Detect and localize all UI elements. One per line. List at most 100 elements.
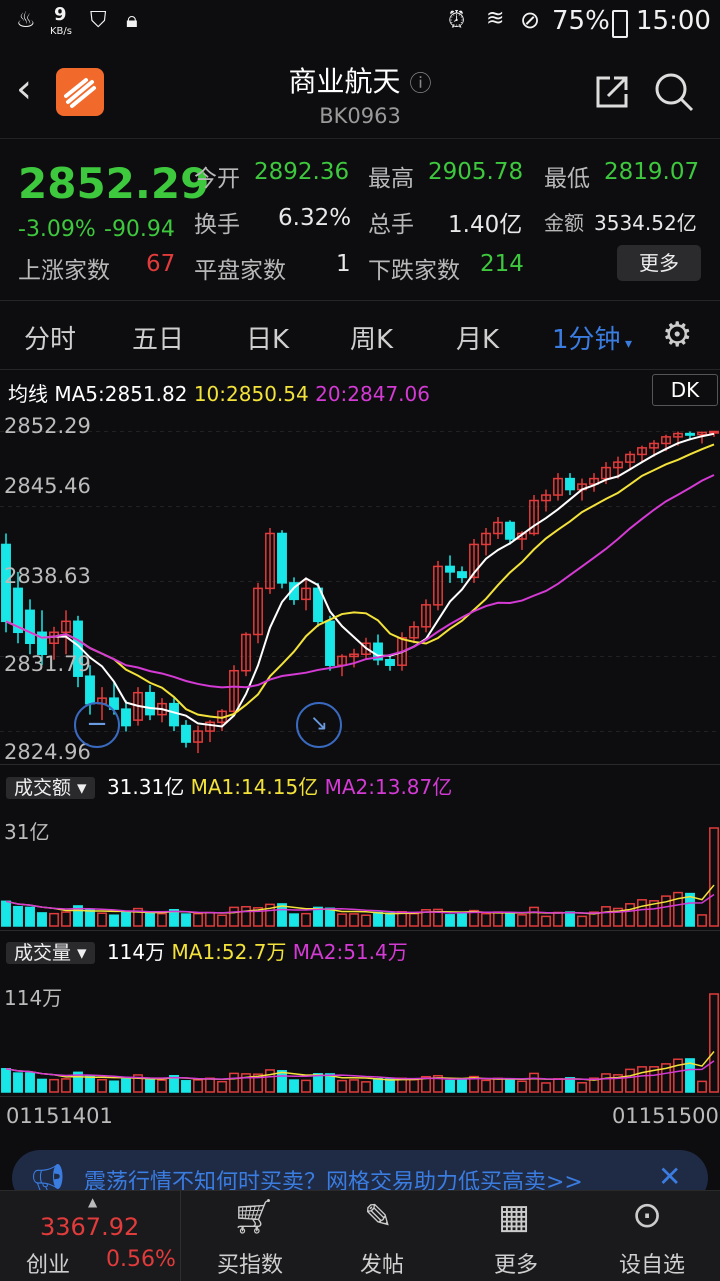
share-icon[interactable] bbox=[592, 72, 632, 112]
volume-bar bbox=[361, 1081, 371, 1093]
buy-index-button[interactable]: 🛒︎ 买指数 bbox=[180, 1191, 320, 1281]
volume-bar bbox=[601, 1073, 611, 1093]
price-axis-label: 2824.96 bbox=[4, 740, 91, 764]
volume-bar bbox=[625, 903, 635, 927]
volume-bar bbox=[601, 906, 611, 927]
volume-bar bbox=[1, 1068, 11, 1093]
volume-bar bbox=[457, 1078, 467, 1093]
volume-bar bbox=[157, 912, 167, 927]
settings-icon[interactable]: ⚙ bbox=[662, 315, 692, 355]
volume-bar bbox=[445, 1079, 455, 1093]
candle-body bbox=[145, 691, 155, 716]
close-icon[interactable]: ✕ bbox=[658, 1160, 681, 1193]
amount-label: 金额 bbox=[544, 211, 584, 235]
dk-button[interactable]: DK bbox=[652, 374, 718, 406]
add-watchlist-button[interactable]: ⊙ 设自选 bbox=[582, 1191, 720, 1281]
volume-bar bbox=[49, 1078, 59, 1093]
up-caret-icon: ▲ bbox=[88, 1195, 98, 1209]
ma2-line bbox=[5, 1060, 715, 1081]
volume-bar bbox=[625, 1068, 635, 1093]
tab-week-k[interactable]: 周K bbox=[350, 319, 393, 356]
down-count: 214 bbox=[480, 251, 524, 277]
volume-bar bbox=[217, 914, 227, 927]
volume-bar bbox=[217, 1080, 227, 1093]
expand-icon[interactable]: ↘ bbox=[296, 702, 342, 748]
tab-day-k[interactable]: 日K bbox=[246, 319, 289, 356]
flat-count: 1 bbox=[336, 251, 351, 277]
tab-timeshare[interactable]: 分时 bbox=[24, 319, 76, 356]
edit-icon: ✎ bbox=[364, 1197, 393, 1237]
low-value: 2819.07 bbox=[604, 159, 700, 185]
app-notification-icon: ♨ bbox=[16, 8, 36, 33]
amount-selector[interactable]: 成交额 ▾ bbox=[6, 777, 95, 799]
volume-bar bbox=[541, 1082, 551, 1093]
cart-icon: 🛒︎ bbox=[232, 1197, 276, 1237]
bottom-nav: ▲ 3367.92 创业 0.56% 🛒︎ 买指数 ✎ 发帖 ▦ 更多 ⊙ 设自… bbox=[0, 1190, 720, 1281]
volume-bar bbox=[49, 912, 59, 927]
volume-bar bbox=[445, 914, 455, 927]
dropdown-arrow-icon: ▾ bbox=[620, 336, 633, 352]
volume-bar bbox=[289, 913, 299, 927]
volume-bar bbox=[481, 912, 491, 927]
clock: 15:00 bbox=[636, 6, 711, 36]
volume-bar bbox=[25, 1072, 35, 1093]
candle-body bbox=[457, 571, 467, 579]
volume-bar bbox=[25, 906, 35, 927]
more-nav-button[interactable]: ▦ 更多 bbox=[446, 1191, 586, 1281]
high-value: 2905.78 bbox=[428, 159, 524, 185]
info-icon[interactable]: ⓘ bbox=[409, 72, 431, 97]
tab-month-k[interactable]: 月K bbox=[456, 319, 499, 356]
volume-bar bbox=[85, 909, 95, 927]
volume-bar bbox=[709, 993, 719, 1093]
volume-bar bbox=[409, 912, 419, 927]
volume-legend: 成交量 ▾ 114万 MA1:52.7万 MA2:51.4万 bbox=[6, 936, 706, 970]
volume-bar bbox=[265, 1069, 275, 1093]
volume-bar bbox=[97, 1078, 107, 1093]
volume-bar bbox=[277, 1070, 287, 1093]
more-dots-icon: ⊙ bbox=[632, 1195, 663, 1236]
volume-bar bbox=[685, 892, 695, 927]
volume-bar bbox=[205, 911, 215, 927]
volume-bar bbox=[145, 1077, 155, 1093]
candle-body bbox=[565, 477, 575, 491]
tab-five-day[interactable]: 五日 bbox=[132, 319, 184, 356]
zoom-out-icon[interactable]: − bbox=[74, 702, 120, 748]
volume-bar bbox=[37, 1078, 47, 1093]
divider bbox=[0, 764, 720, 765]
more-button[interactable]: 更多 bbox=[617, 245, 701, 281]
candle-body bbox=[445, 565, 455, 573]
volume-bar bbox=[553, 1078, 563, 1093]
lock-icon: 🔒︎ bbox=[126, 8, 138, 33]
price-axis-label: 2852.29 bbox=[4, 414, 91, 438]
volume-bar bbox=[301, 912, 311, 927]
volume-bar bbox=[37, 912, 47, 927]
wifi-icon: ≋ bbox=[486, 6, 505, 31]
volume-bar bbox=[337, 913, 347, 927]
candle-body bbox=[325, 620, 335, 666]
volume-selector[interactable]: 成交量 ▾ bbox=[6, 942, 95, 964]
current-price: 2852.29 bbox=[18, 159, 210, 208]
volume-bar bbox=[193, 912, 203, 927]
candle-body bbox=[169, 702, 179, 727]
ma2-line bbox=[5, 893, 715, 914]
grid-icon: ▦ bbox=[498, 1197, 531, 1237]
volume-bar bbox=[205, 1077, 215, 1093]
volume-bar-chart bbox=[1, 993, 719, 1093]
ma5-value: MA5:2851.82 bbox=[54, 382, 188, 406]
volume-bar bbox=[229, 1072, 239, 1093]
post-button[interactable]: ✎ 发帖 bbox=[312, 1191, 452, 1281]
amount-bar-chart bbox=[1, 827, 719, 927]
candle-body bbox=[709, 430, 719, 434]
search-icon[interactable] bbox=[652, 70, 696, 114]
tab-1min[interactable]: 1分钟 ▾ bbox=[552, 319, 632, 356]
period-tabs: 分时 五日 日K 周K 月K 1分钟 ▾ ⚙ bbox=[0, 300, 720, 370]
price-axis-label: 2831.79 bbox=[4, 652, 91, 676]
volume-bar bbox=[181, 913, 191, 927]
volume-bar bbox=[373, 1078, 383, 1093]
ma10-value: 10:2850.54 bbox=[193, 382, 309, 406]
price-axis-label: 2838.63 bbox=[4, 564, 91, 588]
divider bbox=[0, 1096, 720, 1097]
hands-label: 总手 bbox=[368, 212, 414, 238]
index-ticker[interactable]: ▲ 3367.92 创业 0.56% bbox=[10, 1191, 181, 1281]
volume-bar bbox=[181, 1080, 191, 1093]
